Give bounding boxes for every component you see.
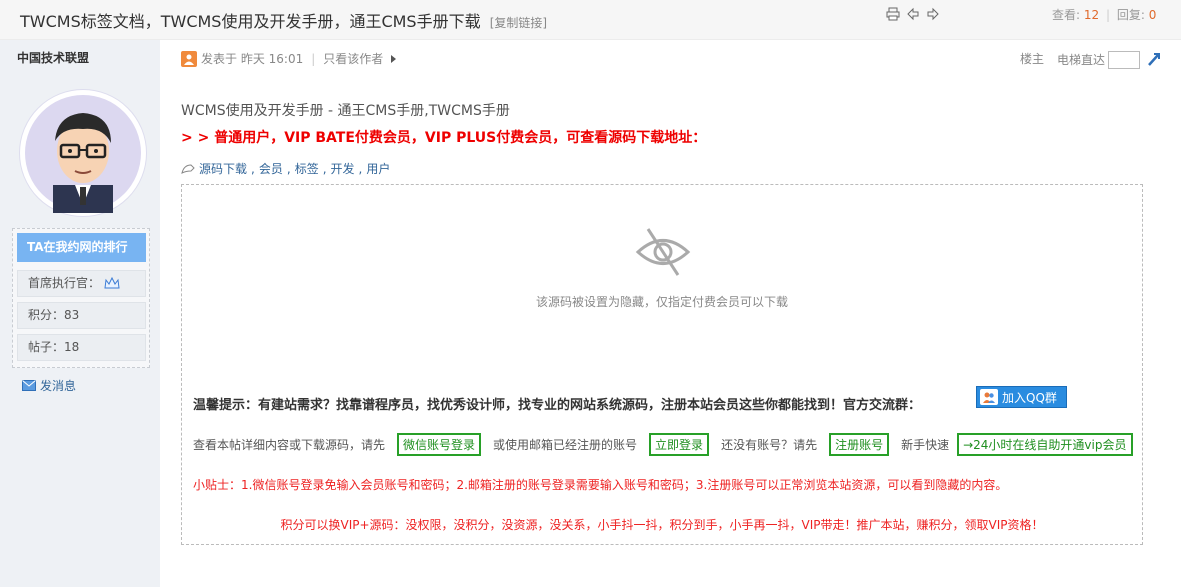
login-prompt-row: 查看本帖详细内容或下载源码，请先 微信账号登录 或使用邮箱已经注册的账号 立即登… (193, 433, 1133, 456)
tag-list: 源码下载, 会员, 标签, 开发, 用户 (181, 160, 390, 177)
post-meta: 发表于 昨天 16:01 | 只看该作者 (181, 50, 397, 67)
floor-jump-go-icon[interactable] (1146, 51, 1162, 67)
rank-row-title: 首席执行官： (17, 270, 146, 297)
send-message-link[interactable]: 发消息 (22, 377, 76, 394)
floor-label: 楼主 (1020, 52, 1045, 66)
email-login-text: 或使用邮箱已经注册的账号 (493, 438, 638, 452)
tag-icon (181, 163, 195, 174)
tag-link[interactable]: 开发 (331, 160, 355, 177)
author-name[interactable]: 中国技术联盟 (17, 49, 89, 66)
views-count: 12 (1083, 8, 1100, 22)
author-sidebar: 中国技术联盟 TA在我约网的排行 首席执行官： 积分：83 帖子：18 发消息 (0, 40, 160, 587)
vip-open-button[interactable]: →24小时在线自助开通vip会员 (957, 433, 1133, 456)
rank-row-label: 首席执行官： (28, 276, 101, 290)
login-now-button[interactable]: 立即登录 (649, 433, 710, 456)
thread-stats: 查看: 12 | 回复: 0 (1052, 6, 1156, 23)
elevator-label: 电梯直达 (1057, 53, 1106, 67)
caret-right-icon[interactable] (391, 54, 397, 63)
print-icon[interactable] (885, 6, 901, 22)
post-subject: WCMS使用及开发手册 - 通王CMS手册,TWCMS手册 (181, 103, 510, 119)
login-prompt: 查看本帖详细内容或下载源码，请先 (193, 438, 386, 452)
newbie-text: 新手快速 (901, 438, 950, 452)
hidden-content-box: 该源码被设置为隐藏，仅指定付费会员可以下载 温馨提示：有建站需求？找靠谱程序员，… (181, 184, 1143, 545)
tag-separator: , (251, 161, 255, 176)
thread-tools (885, 6, 941, 22)
views-label: 查看: (1052, 8, 1081, 22)
tag-link[interactable]: 标签 (295, 160, 319, 177)
stats-divider: | (1105, 8, 1111, 22)
copy-link-button[interactable]: [复制链接] (490, 16, 547, 30)
qq-group-icon (980, 389, 998, 405)
posted-time: 发表于 昨天 16:01 (201, 52, 304, 66)
tag-separator: , (286, 161, 291, 176)
tag-link[interactable]: 源码下载 (199, 160, 247, 177)
next-thread-icon[interactable] (925, 6, 941, 22)
hidden-message: 该源码被设置为隐藏，仅指定付费会员可以下载 (535, 295, 788, 309)
points-slogan: 积分可以换VIP+源码：没权限，没积分，没资源，没关系，小手抖一抖，积分到手，小… (280, 518, 1044, 532)
replies-label: 回复: (1116, 8, 1145, 22)
hidden-eye-icon (634, 223, 692, 284)
no-account-text: 还没有账号？请先 (721, 438, 818, 452)
rank-row-posts: 帖子：18 (17, 334, 146, 361)
user-icon (181, 50, 197, 67)
crown-icon (104, 276, 120, 289)
join-qq-group-label: 加入QQ群 (1002, 390, 1057, 405)
avatar-illustration (25, 95, 141, 213)
tag-separator: , (358, 161, 363, 176)
thread-header: TWCMS标签文档，TWCMS使用及开发手册，通王CMS手册下载 [复制链接] … (0, 0, 1181, 40)
meta-divider: | (311, 51, 316, 66)
warm-tip: 温馨提示：有建站需求？找靠谱程序员，找优秀设计师，找专业的网站系统源码，注册本站… (193, 398, 922, 413)
replies-count: 0 (1148, 8, 1157, 22)
tag-link[interactable]: 会员 (259, 160, 283, 177)
wechat-login-button[interactable]: 微信账号登录 (397, 433, 482, 456)
register-button[interactable]: 注册账号 (829, 433, 890, 456)
thread-title-text: TWCMS标签文档，TWCMS使用及开发手册，通王CMS手册下载 (20, 12, 481, 31)
tag-link[interactable]: 用户 (366, 160, 390, 177)
ranking-title: TA在我约网的排行 (17, 233, 146, 262)
prev-thread-icon[interactable] (905, 6, 921, 22)
join-qq-group-button[interactable]: 加入QQ群 (976, 386, 1067, 408)
small-tips: 小贴士：1.微信账号登录免输入会员账号和密码；2.邮箱注册的账号登录需要输入账号… (193, 478, 1008, 492)
send-message-label: 发消息 (40, 379, 77, 393)
envelope-icon (22, 380, 36, 391)
tag-separator: , (322, 161, 327, 176)
ranking-panel: TA在我约网的排行 首席执行官： 积分：83 帖子：18 (12, 228, 150, 368)
only-author-link[interactable]: 只看该作者 (323, 50, 383, 67)
floor-jump-input[interactable] (1108, 51, 1140, 69)
thread-title: TWCMS标签文档，TWCMS使用及开发手册，通王CMS手册下载 [复制链接] (20, 8, 547, 32)
avatar[interactable] (19, 89, 147, 217)
member-notice: > > 普通用户，VIP BATE付费会员，VIP PLUS付费会员，可查看源码… (181, 130, 707, 146)
rank-row-points: 积分：83 (17, 302, 146, 329)
